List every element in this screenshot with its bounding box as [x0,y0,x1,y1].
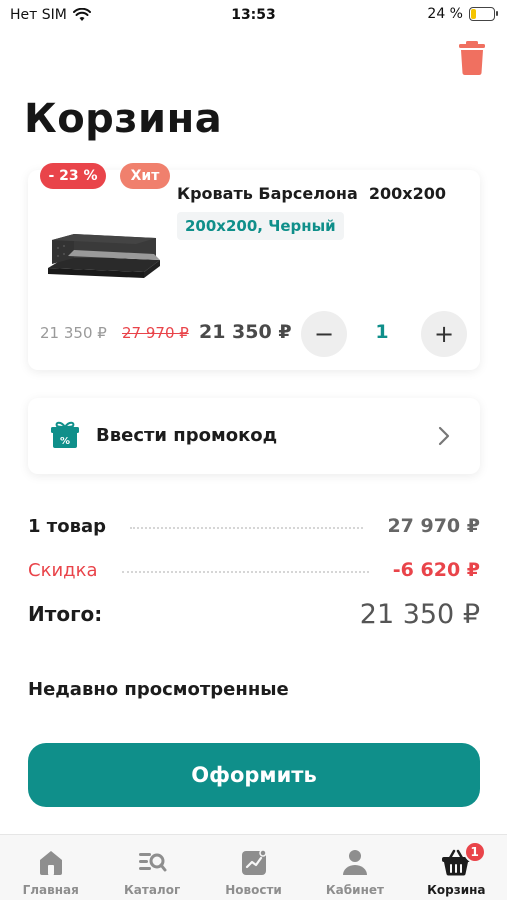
summary-items-value: 27 970 ₽ [387,515,480,537]
tab-bar: Главная Каталог Новости Кабинет Корзина … [0,834,507,900]
current-price: 21 350 ₽ [199,321,292,343]
promo-code-row[interactable]: % Ввести промокод [28,398,480,474]
tab-label: Корзина [427,883,486,897]
product-variant: 200x200, Черный [177,212,344,240]
profile-icon [342,850,367,875]
summary-total-label: Итого: [28,602,103,626]
gift-percent-icon: % [51,421,79,448]
tab-catalog[interactable]: Каталог [101,835,202,900]
battery-icon [469,7,498,21]
old-price: 27 970 ₽ [122,324,189,342]
trash-icon [459,41,485,76]
quantity-increase-button[interactable]: + [421,311,467,357]
battery-percent: 24 % [427,6,463,22]
promo-code-label: Ввести промокод [96,425,278,446]
cart-count-badge: 1 [463,841,486,863]
tab-cart[interactable]: Корзина 1 [406,835,507,900]
summary-items-row: 1 товар 27 970 ₽ [28,511,480,541]
status-right: 24 % [427,6,498,22]
status-bar: Нет SIM 13:53 24 % [0,0,507,34]
tab-label: Кабинет [325,883,384,897]
discount-badge: - 23 % [40,163,106,189]
plus-icon: + [433,320,455,348]
home-icon [39,851,62,875]
tab-label: Каталог [123,883,181,897]
chevron-right-icon [438,426,450,446]
clear-cart-button[interactable] [457,40,487,76]
recently-viewed-title: Недавно просмотренные [28,679,289,700]
summary-total-value: 21 350 ₽ [359,598,480,630]
news-icon [241,849,267,875]
quantity-decrease-button[interactable]: − [301,311,347,357]
dotted-leader [121,571,369,573]
hit-badge: Хит [120,163,170,189]
summary-discount-value: -6 620 ₽ [392,559,480,581]
dotted-leader [130,527,364,529]
svg-text:%: % [60,436,70,447]
tab-label: Главная [22,883,79,897]
quantity-value: 1 [375,321,389,343]
minus-icon: − [313,320,335,348]
summary-items-label: 1 товар [28,515,107,537]
product-name[interactable]: Кровать Барселона 200x200 [177,184,446,203]
catalog-icon [139,853,167,872]
tab-news[interactable]: Новости [203,835,304,900]
page-title: Корзина [24,96,223,142]
summary-discount-row: Скидка -6 620 ₽ [28,555,480,585]
tab-label: Новости [225,883,282,897]
summary-discount-label: Скидка [28,559,98,581]
summary-total-row: Итого: 21 350 ₽ [28,597,480,631]
product-image[interactable] [44,220,164,280]
unit-price: 21 350 ₽ [40,324,107,342]
tab-profile[interactable]: Кабинет [304,835,405,900]
tab-home[interactable]: Главная [0,835,101,900]
checkout-button[interactable]: Оформить [28,743,480,807]
battery-level [471,9,477,19]
